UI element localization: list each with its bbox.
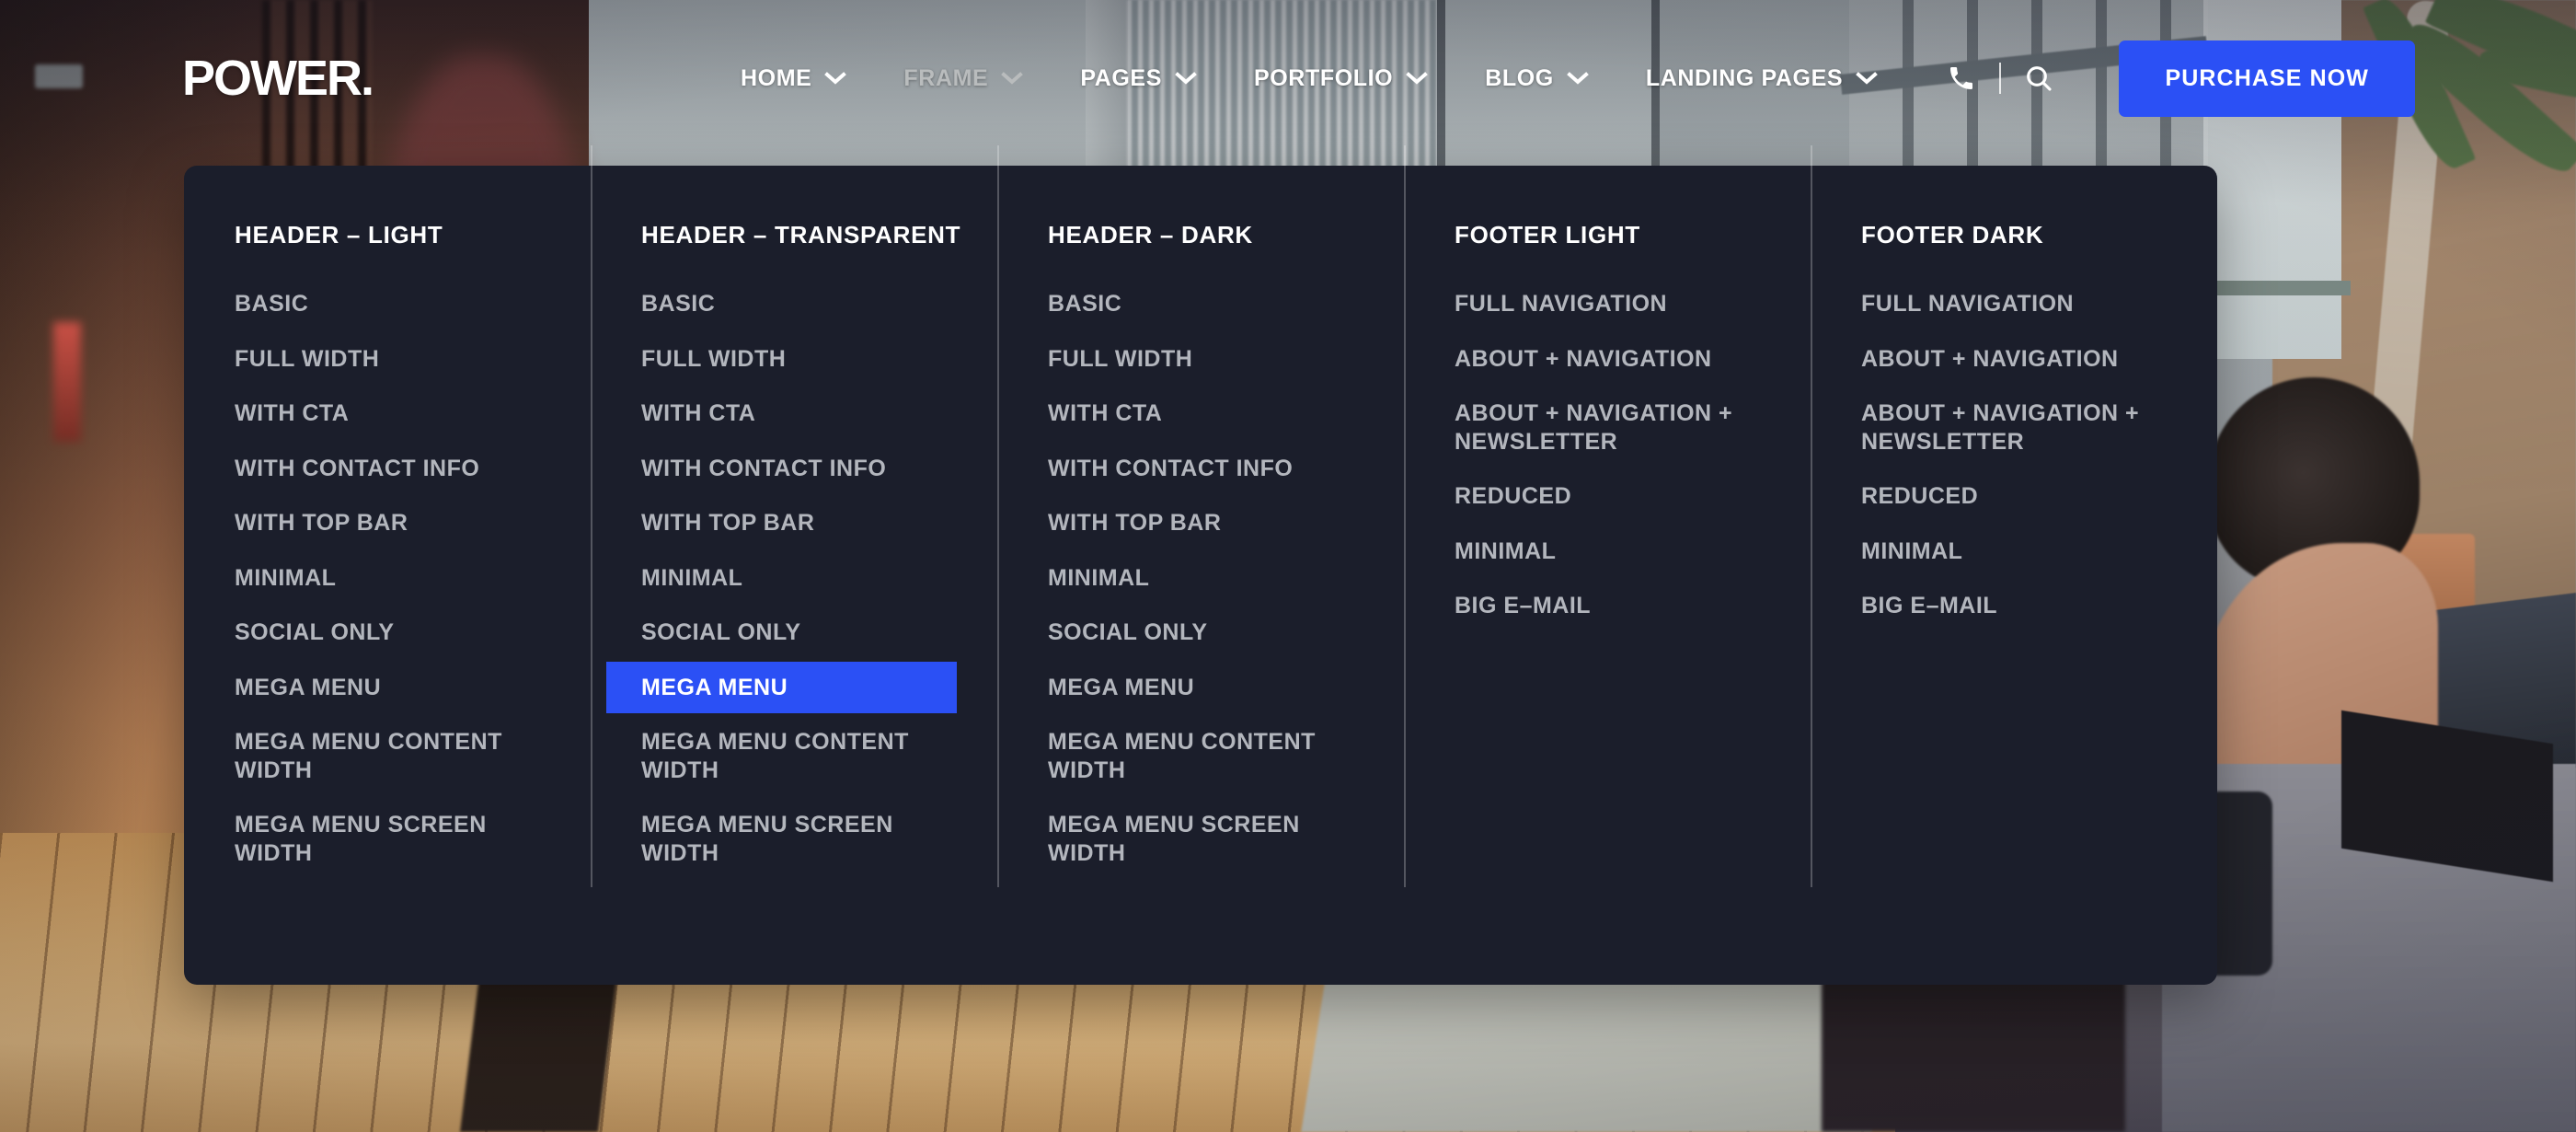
menu-item-with-top-bar[interactable]: WITH TOP BAR <box>235 509 534 537</box>
menu-item-with-contact-info[interactable]: WITH CONTACT INFO <box>1048 455 1347 483</box>
menu-item-full-width[interactable]: FULL WIDTH <box>1048 345 1347 374</box>
menu-item-about-navigation[interactable]: ABOUT + NAVIGATION <box>1455 345 1754 374</box>
menu-item-with-cta[interactable]: WITH CTA <box>235 399 534 428</box>
primary-navigation: HOME FRAME PAGES PORTFOLIO BLOG LANDING … <box>741 65 1935 92</box>
menu-item-social-only[interactable]: SOCIAL ONLY <box>1048 618 1347 647</box>
menu-item-full-width[interactable]: FULL WIDTH <box>641 345 940 374</box>
menu-item-mega-menu[interactable]: MEGA MENU <box>1048 674 1347 702</box>
menu-item-minimal[interactable]: MINIMAL <box>1455 537 1754 566</box>
menu-item-with-contact-info[interactable]: WITH CONTACT INFO <box>235 455 534 483</box>
mega-menu-column-footer-light: FOOTER LIGHT FULL NAVIGATION ABOUT + NAV… <box>1404 145 1811 985</box>
nav-item-label: BLOG <box>1485 64 1554 91</box>
column-title: HEADER – LIGHT <box>235 221 443 248</box>
menu-item-big-email[interactable]: BIG E–MAIL <box>1861 592 2160 620</box>
nav-item-label: LANDING PAGES <box>1645 64 1844 91</box>
menu-item-minimal[interactable]: MINIMAL <box>235 564 534 593</box>
nav-item-pages[interactable]: PAGES <box>1080 65 1197 92</box>
menu-item-minimal[interactable]: MINIMAL <box>641 564 940 593</box>
menu-item-about-navigation-newsletter[interactable]: ABOUT + NAVIGATION + NEWSLETTER <box>1455 399 1754 456</box>
menu-item-mega-menu-screen-width[interactable]: MEGA MENU SCREEN WIDTH <box>1048 811 1347 867</box>
mega-menu-column-footer-dark: FOOTER DARK FULL NAVIGATION ABOUT + NAVI… <box>1811 145 2217 985</box>
logo[interactable]: POWER. <box>182 53 374 103</box>
mega-menu-column-header-light: HEADER – LIGHT BASIC FULL WIDTH WITH CTA… <box>184 166 591 985</box>
nav-item-label: HOME <box>741 64 812 91</box>
search-icon[interactable] <box>2018 57 2060 99</box>
menu-item-social-only[interactable]: SOCIAL ONLY <box>235 618 534 647</box>
mega-menu-panel: HEADER – LIGHT BASIC FULL WIDTH WITH CTA… <box>184 145 2217 985</box>
column-title: FOOTER DARK <box>1861 221 2044 248</box>
chevron-down-icon <box>1175 72 1197 85</box>
menu-item-about-navigation[interactable]: ABOUT + NAVIGATION <box>1861 345 2160 374</box>
nav-item-landing-pages[interactable]: LANDING PAGES <box>1646 65 1878 92</box>
menu-item-with-contact-info[interactable]: WITH CONTACT INFO <box>641 455 940 483</box>
nav-item-home[interactable]: HOME <box>741 64 847 92</box>
menu-item-mega-menu-screen-width[interactable]: MEGA MENU SCREEN WIDTH <box>641 811 940 867</box>
nav-item-label: FRAME <box>903 64 989 91</box>
header-actions: PURCHASE NOW <box>1940 40 2415 117</box>
nav-item-label: PAGES <box>1080 64 1162 91</box>
menu-item-big-email[interactable]: BIG E–MAIL <box>1455 592 1754 620</box>
chevron-down-icon <box>1567 72 1589 85</box>
menu-item-with-top-bar[interactable]: WITH TOP BAR <box>641 509 940 537</box>
menu-item-with-cta[interactable]: WITH CTA <box>1048 399 1347 428</box>
chevron-down-icon <box>1406 72 1429 85</box>
nav-item-blog[interactable]: BLOG <box>1485 65 1589 92</box>
nav-item-portfolio[interactable]: PORTFOLIO <box>1253 64 1429 92</box>
menu-item-full-navigation[interactable]: FULL NAVIGATION <box>1861 290 2160 318</box>
purchase-now-button[interactable]: PURCHASE NOW <box>2119 40 2415 117</box>
menu-item-about-navigation-newsletter[interactable]: ABOUT + NAVIGATION + NEWSLETTER <box>1861 399 2160 456</box>
nav-item-label: PORTFOLIO <box>1253 64 1394 91</box>
menu-item-minimal[interactable]: MINIMAL <box>1048 564 1347 593</box>
menu-item-reduced[interactable]: REDUCED <box>1455 482 1754 511</box>
mega-menu-column-header-dark: HEADER – DARK BASIC FULL WIDTH WITH CTA … <box>997 145 1404 985</box>
column-title: HEADER – DARK <box>1048 221 1253 248</box>
menu-item-minimal[interactable]: MINIMAL <box>1861 537 2160 566</box>
column-title: HEADER – TRANSPARENT <box>641 221 961 248</box>
chevron-down-icon <box>824 72 847 85</box>
nav-item-frame[interactable]: FRAME <box>903 64 1024 92</box>
column-title: FOOTER LIGHT <box>1455 221 1640 248</box>
menu-item-full-navigation[interactable]: FULL NAVIGATION <box>1455 290 1754 318</box>
menu-item-mega-menu-content-width[interactable]: MEGA MENU CONTENT WIDTH <box>235 728 534 784</box>
menu-item-mega-menu-content-width[interactable]: MEGA MENU CONTENT WIDTH <box>1048 728 1347 784</box>
mega-menu-column-header-transparent: HEADER – TRANSPARENT BASIC FULL WIDTH WI… <box>591 145 997 985</box>
menu-item-mega-menu[interactable]: MEGA MENU <box>235 674 534 702</box>
menu-item-full-width[interactable]: FULL WIDTH <box>235 345 534 374</box>
site-header: POWER. HOME FRAME PAGES PORTFOLIO BLOG L… <box>0 0 2576 156</box>
menu-item-mega-menu-screen-width[interactable]: MEGA MENU SCREEN WIDTH <box>235 811 534 867</box>
menu-item-with-top-bar[interactable]: WITH TOP BAR <box>1048 509 1347 537</box>
header-divider <box>1999 63 2002 94</box>
chevron-down-icon <box>1001 72 1024 85</box>
menu-item-mega-menu-content-width[interactable]: MEGA MENU CONTENT WIDTH <box>641 728 940 784</box>
chevron-down-icon <box>1856 72 1878 85</box>
menu-item-basic[interactable]: BASIC <box>1048 290 1347 318</box>
phone-icon[interactable] <box>1940 57 1983 99</box>
menu-item-reduced[interactable]: REDUCED <box>1861 482 2160 511</box>
menu-item-with-cta[interactable]: WITH CTA <box>641 399 940 428</box>
menu-item-social-only[interactable]: SOCIAL ONLY <box>641 618 940 647</box>
menu-item-basic[interactable]: BASIC <box>235 290 534 318</box>
menu-item-mega-menu-active[interactable]: MEGA MENU <box>606 661 957 713</box>
menu-item-basic[interactable]: BASIC <box>641 290 940 318</box>
